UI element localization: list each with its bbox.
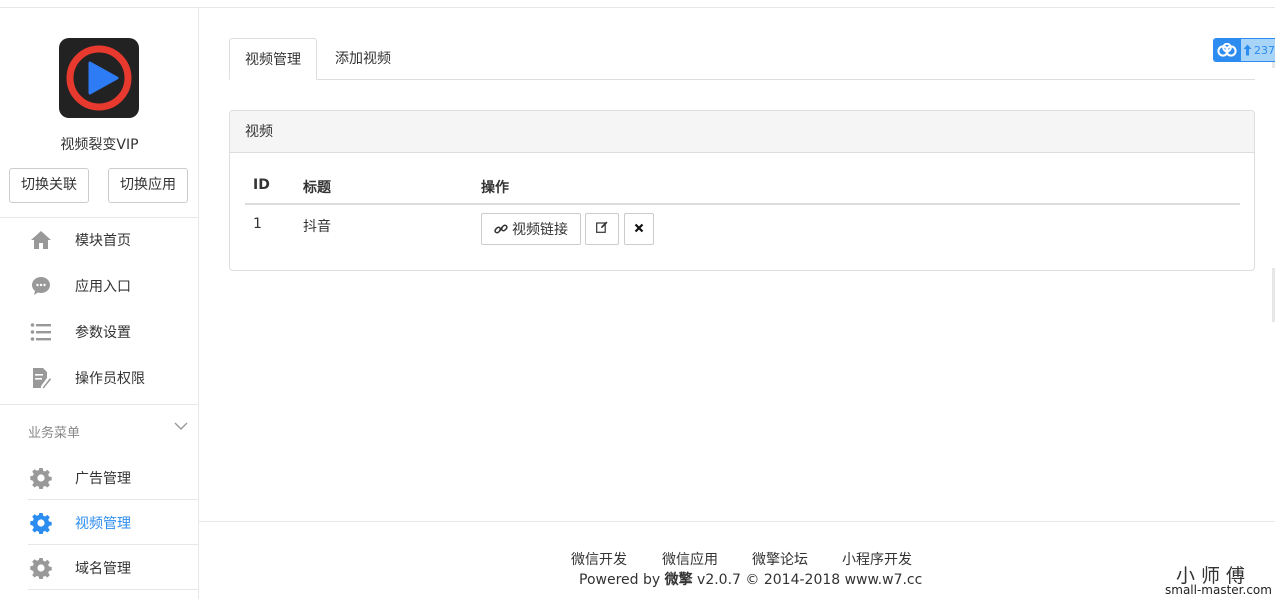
list-settings-icon xyxy=(28,319,54,345)
chat-bubble-icon xyxy=(28,273,54,299)
footer-link-miniprogram-dev[interactable]: 小程序开发 xyxy=(842,549,912,569)
sidebar-item-app-entry[interactable]: 应用入口 xyxy=(28,264,199,308)
chevron-down-icon[interactable] xyxy=(173,418,189,434)
sidebar-item-label: 广告管理 xyxy=(75,470,131,487)
powered-suffix: v2.0.7 © 2014-2018 www.w7.cc xyxy=(692,572,923,588)
home-icon xyxy=(28,227,54,253)
sidebar-item-ad-management[interactable]: 广告管理 xyxy=(28,456,199,500)
sidebar-item-domain-management[interactable]: 域名管理 xyxy=(28,546,199,590)
top-bar-divider xyxy=(0,0,1275,8)
link-icon xyxy=(494,222,508,236)
cloud-upload-badge[interactable]: 237 xyxy=(1213,38,1275,62)
arrow-up-icon xyxy=(1241,39,1254,61)
sidebar-item-operator-permissions[interactable]: 操作员权限 xyxy=(28,356,199,400)
switch-app-button[interactable]: 切换应用 xyxy=(108,168,188,203)
tab-bar: 视频管理 添加视频 xyxy=(229,38,1255,80)
table-header: ID 标题 操作 xyxy=(245,175,1240,205)
video-link-label: 视频链接 xyxy=(512,222,568,238)
footer-link-wechat-apps[interactable]: 微信应用 xyxy=(662,549,718,569)
footer-copyright: Powered by 微擎 v2.0.7 © 2014-2018 www.w7.… xyxy=(579,569,922,589)
sidebar: 视频裂变VIP 切换关联 切换应用 模块首页 应用入口 参数设置 操作员权限 业… xyxy=(0,8,199,599)
footer-divider xyxy=(199,521,1275,522)
sidebar-item-label: 操作员权限 xyxy=(75,371,145,387)
sidebar-item-label: 模块首页 xyxy=(75,233,131,249)
sidebar-item-settings[interactable]: 参数设置 xyxy=(28,310,199,354)
sidebar-item-label: 视频管理 xyxy=(75,515,131,532)
footer-link-forum[interactable]: 微擎论坛 xyxy=(752,549,808,569)
close-icon xyxy=(634,221,644,237)
table-row: 1 抖音 视频链接 xyxy=(245,205,1240,255)
video-link-button[interactable]: 视频链接 xyxy=(481,213,581,245)
footer-link-wechat-dev[interactable]: 微信开发 xyxy=(571,549,627,569)
switch-link-button[interactable]: 切换关联 xyxy=(9,168,89,203)
sidebar-item-label: 参数设置 xyxy=(75,325,131,341)
app-name: 视频裂变VIP xyxy=(60,137,139,153)
sidebar-item-video-management[interactable]: 视频管理 xyxy=(28,501,199,545)
tab-add-video[interactable]: 添加视频 xyxy=(320,38,406,80)
cloud-icon xyxy=(1214,39,1241,61)
edit-icon xyxy=(596,221,608,237)
gear-icon xyxy=(28,465,54,491)
sidebar-item-label: 域名管理 xyxy=(75,560,131,577)
column-header-title: 标题 xyxy=(303,180,331,196)
sidebar-item-label: 应用入口 xyxy=(75,279,131,295)
business-menu-title: 业务菜单 xyxy=(28,426,81,441)
watermark-url: small-master.com xyxy=(1165,583,1272,597)
sidebar-item-module-home[interactable]: 模块首页 xyxy=(28,218,199,262)
video-panel: 视频 ID 标题 操作 1 抖音 视频链接 xyxy=(229,110,1255,271)
powered-prefix: Powered by xyxy=(579,572,665,588)
edit-button[interactable] xyxy=(585,213,619,245)
app-logo xyxy=(59,38,139,118)
cell-id: 1 xyxy=(253,216,262,232)
cloud-badge-count: 237 xyxy=(1254,43,1275,57)
gear-icon xyxy=(28,510,54,536)
gear-icon xyxy=(28,555,54,581)
column-header-actions: 操作 xyxy=(481,180,509,196)
panel-title: 视频 xyxy=(230,111,1254,153)
sidebar-divider xyxy=(0,404,199,405)
powered-brand: 微擎 xyxy=(664,572,693,588)
tab-video-management[interactable]: 视频管理 xyxy=(229,38,317,80)
column-header-id: ID xyxy=(253,177,270,193)
edit-document-icon xyxy=(28,365,54,391)
cell-title: 抖音 xyxy=(303,219,331,235)
delete-button[interactable] xyxy=(624,213,654,245)
